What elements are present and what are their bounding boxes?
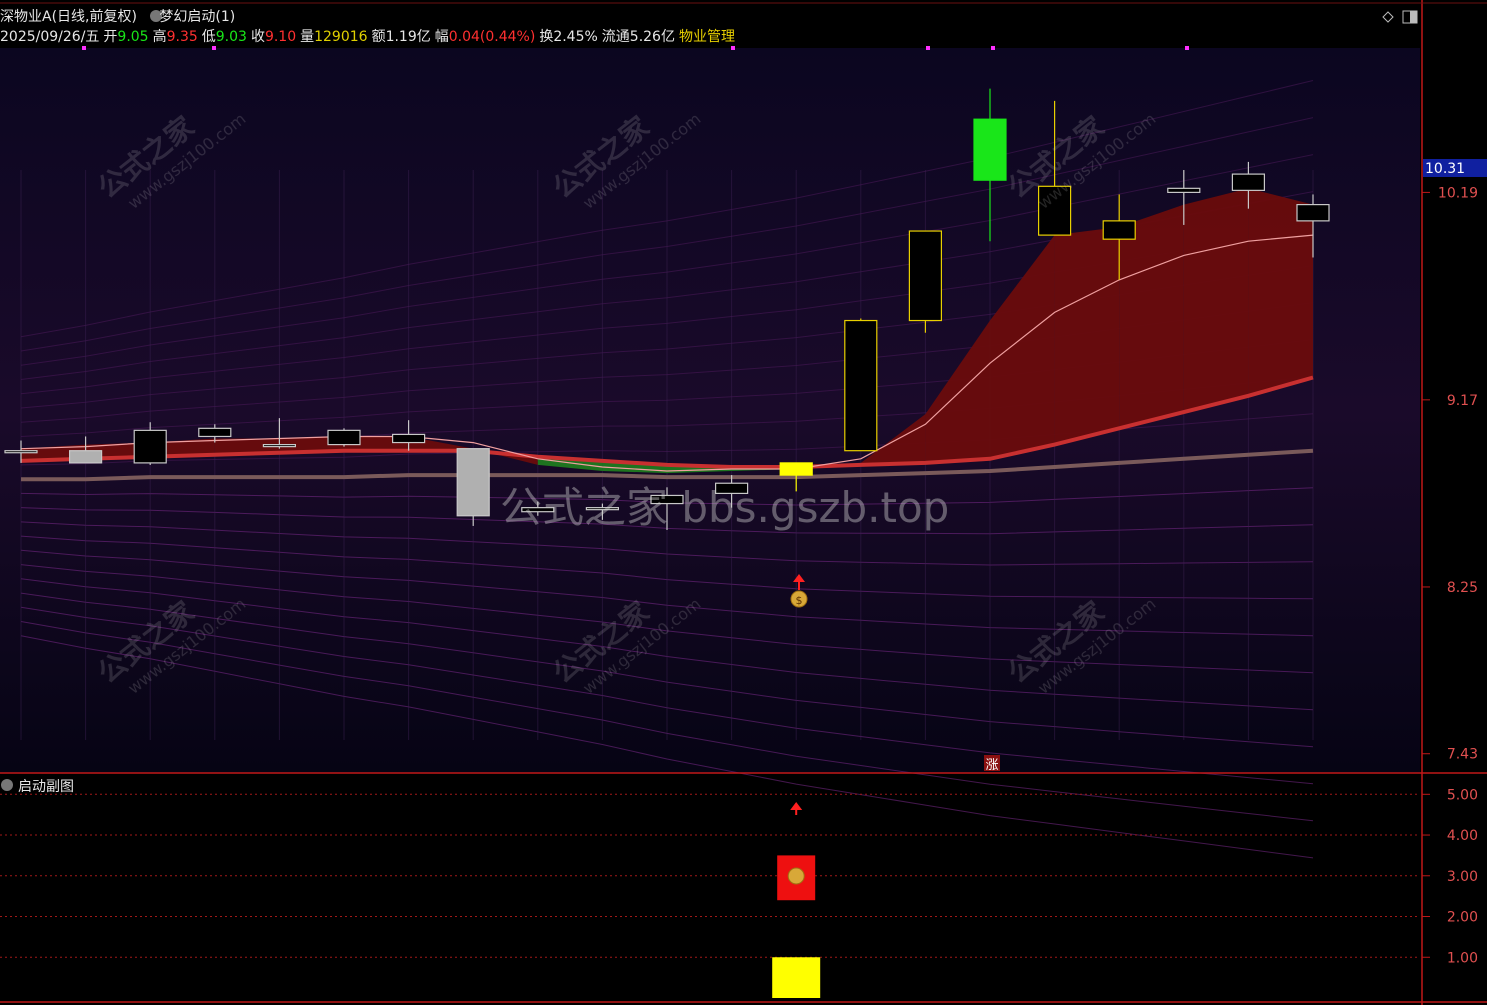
candle [327, 429, 361, 446]
candle [908, 230, 943, 322]
candle [973, 118, 1007, 181]
sub-tick-label: 3.00 [1447, 869, 1478, 885]
candle [198, 427, 232, 438]
candle [133, 429, 167, 464]
candle [1102, 220, 1136, 240]
svg-text:$: $ [796, 594, 803, 607]
sub-tick-label: 5.00 [1447, 787, 1478, 803]
close-label: 收 [250, 29, 265, 45]
change-value: 0.04(0.44%) [448, 29, 536, 45]
quote-info-bar: 2025/09/26/五 开9.05 高9.35 低9.03 收9.10 量129016 额… [0, 26, 735, 46]
panel-toggle-inner [1410, 11, 1417, 23]
diamond-icon[interactable] [1382, 11, 1394, 23]
sub-tick-label: 1.00 [1447, 950, 1478, 966]
candle [1296, 204, 1330, 222]
sub-chart-title[interactable]: 启动副图 [18, 776, 74, 796]
zhang-marker: 涨 [985, 758, 998, 773]
magenta-dot [926, 46, 930, 50]
sub-tick-label: 2.00 [1447, 910, 1478, 926]
candle [4, 450, 38, 454]
candle [1167, 187, 1201, 194]
sub-bar-yellow [772, 957, 821, 998]
high-value: 9.35 [166, 29, 198, 45]
float-value: 5.26亿 [629, 29, 675, 45]
stock-title[interactable]: 深物业A(日线,前复权) [0, 9, 137, 25]
main-plot-background [0, 48, 1420, 773]
high-label: 高 [152, 29, 167, 45]
amount-value: 1.19亿 [385, 29, 431, 45]
change-label: 幅 [434, 29, 449, 45]
price-tick-label: 7.43 [1447, 747, 1478, 763]
float-label: 流通 [601, 29, 630, 45]
magenta-dot [991, 46, 995, 50]
sub-chart-title-text: 启动副图 [18, 779, 74, 795]
band-segment [1183, 188, 1249, 413]
volume-value: 129016 [314, 29, 368, 45]
chart-header: 深物业A(日线,前复权) 梦幻启动(1) [0, 6, 241, 26]
amount-label: 额 [371, 29, 386, 45]
price-tick-label: 10.19 [1438, 185, 1478, 201]
magenta-dot [82, 46, 86, 50]
sub-money-bag-icon [787, 867, 805, 885]
current-price-label: 10.31 [1425, 161, 1465, 177]
sector-tag[interactable]: 物业管理 [679, 29, 735, 45]
sub-arrow-icon [790, 802, 803, 810]
center-watermark: 公式之家 bbs.gszb.top [500, 483, 950, 532]
volume-label: 量 [300, 29, 315, 45]
turnover-value: 2.45% [553, 29, 598, 45]
magenta-dot [731, 46, 735, 50]
open-value: 9.05 [117, 29, 149, 45]
low-value: 9.03 [215, 29, 247, 45]
close-value: 9.10 [264, 29, 297, 45]
quote-date: 2025/09/26/五 [0, 29, 100, 45]
candle [262, 443, 296, 448]
candle [1231, 173, 1266, 191]
sub-tick-label: 4.00 [1447, 828, 1478, 844]
magenta-dot [212, 46, 216, 50]
price-axis-labels: 10.19 9.17 8.25 7.43 10.31 [1422, 158, 1487, 763]
band-segment [1054, 226, 1120, 445]
magenta-dot [1185, 46, 1189, 50]
candle [844, 319, 878, 452]
low-label: 低 [201, 29, 216, 45]
turnover-label: 换 [539, 29, 554, 45]
sub-dropdown-icon[interactable] [1, 779, 13, 791]
price-tick-label: 9.17 [1447, 393, 1478, 409]
sub-chart: 5.00 4.00 3.00 2.00 1.00 [0, 787, 1478, 998]
candle [392, 433, 426, 444]
price-tick-label: 8.25 [1447, 580, 1478, 596]
candle [68, 450, 103, 464]
open-label: 开 [103, 29, 118, 45]
candle [456, 448, 490, 517]
indicator-name[interactable]: 梦幻启动(1) [159, 9, 235, 25]
